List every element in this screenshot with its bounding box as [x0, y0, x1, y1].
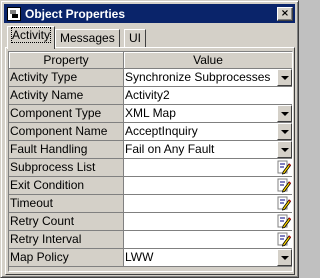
property-name[interactable]: Activity Type	[9, 69, 124, 87]
object-properties-window: Object Properties × Activity Messages UI…	[0, 0, 299, 278]
property-row: Exit Condition	[9, 177, 292, 195]
chevron-down-icon[interactable]	[277, 69, 292, 86]
tab-ui[interactable]: UI	[124, 29, 146, 48]
property-name[interactable]: Map Policy	[9, 249, 124, 267]
property-name[interactable]: Activity Name	[9, 87, 124, 105]
property-value-input[interactable]: Activity2	[125, 87, 170, 104]
property-value: Fail on Any Fault	[125, 142, 215, 156]
property-value: AcceptInquiry	[125, 124, 198, 138]
value-column-header[interactable]: Value	[124, 52, 292, 69]
property-row: Retry Count	[9, 213, 292, 231]
grid-header: Property Value	[9, 52, 292, 69]
property-value-cell[interactable]: LWW	[124, 249, 292, 267]
object-properties-icon	[7, 6, 21, 21]
property-name[interactable]: Exit Condition	[9, 177, 124, 195]
edit-pencil-icon[interactable]	[277, 178, 291, 193]
property-name[interactable]: Retry Interval	[9, 231, 124, 249]
property-value-cell[interactable]: XML Map	[124, 105, 292, 123]
tab-messages[interactable]: Messages	[55, 29, 120, 48]
window-title: Object Properties	[25, 6, 126, 21]
chevron-down-icon[interactable]	[277, 141, 292, 158]
property-value-cell[interactable]: Synchronize Subprocesses	[124, 69, 292, 87]
property-row: Component Type XML Map	[9, 105, 292, 123]
edit-pencil-icon[interactable]	[277, 214, 291, 229]
property-name[interactable]: Timeout	[9, 195, 124, 213]
activity-panel: Property Value Activity Type Synchronize …	[5, 47, 295, 275]
property-value: XML Map	[125, 106, 176, 120]
property-row: Retry Interval	[9, 231, 292, 249]
property-name[interactable]: Fault Handling	[9, 141, 124, 159]
property-column-header[interactable]: Property	[9, 52, 124, 69]
property-value-cell[interactable]: Activity2	[124, 87, 292, 105]
property-value-cell[interactable]	[124, 213, 292, 231]
property-row: Timeout	[9, 195, 292, 213]
close-button[interactable]: ×	[277, 6, 293, 21]
property-name[interactable]: Retry Count	[9, 213, 124, 231]
property-grid: Property Value Activity Type Synchronize …	[8, 51, 293, 272]
property-row: Subprocess List	[9, 159, 292, 177]
tab-strip: Activity Messages UI	[5, 26, 295, 49]
edit-pencil-icon[interactable]	[277, 232, 291, 247]
chevron-down-icon[interactable]	[277, 249, 292, 266]
title-bar[interactable]: Object Properties ×	[4, 4, 295, 23]
property-row: Activity Type Synchronize Subprocesses	[9, 69, 292, 87]
property-name[interactable]: Component Type	[9, 105, 124, 123]
chevron-down-icon[interactable]	[277, 105, 292, 122]
property-value-cell[interactable]	[124, 159, 292, 177]
property-value-cell[interactable]	[124, 231, 292, 249]
property-row: Map Policy LWW	[9, 249, 292, 267]
tab-activity[interactable]: Activity	[7, 26, 56, 49]
property-row: Fault Handling Fail on Any Fault	[9, 141, 292, 159]
property-value-cell[interactable]: AcceptInquiry	[124, 123, 292, 141]
property-value-cell[interactable]: Fail on Any Fault	[124, 141, 292, 159]
edit-pencil-icon[interactable]	[277, 160, 291, 175]
property-value-cell[interactable]	[124, 177, 292, 195]
property-value: Synchronize Subprocesses	[125, 70, 271, 84]
chevron-down-icon[interactable]	[277, 123, 292, 140]
property-name[interactable]: Subprocess List	[9, 159, 124, 177]
property-row: Component Name AcceptInquiry	[9, 123, 292, 141]
edit-pencil-icon[interactable]	[277, 196, 291, 211]
property-value-cell[interactable]	[124, 195, 292, 213]
property-value: LWW	[125, 250, 154, 264]
property-row: Activity Name Activity2	[9, 87, 292, 105]
property-name[interactable]: Component Name	[9, 123, 124, 141]
